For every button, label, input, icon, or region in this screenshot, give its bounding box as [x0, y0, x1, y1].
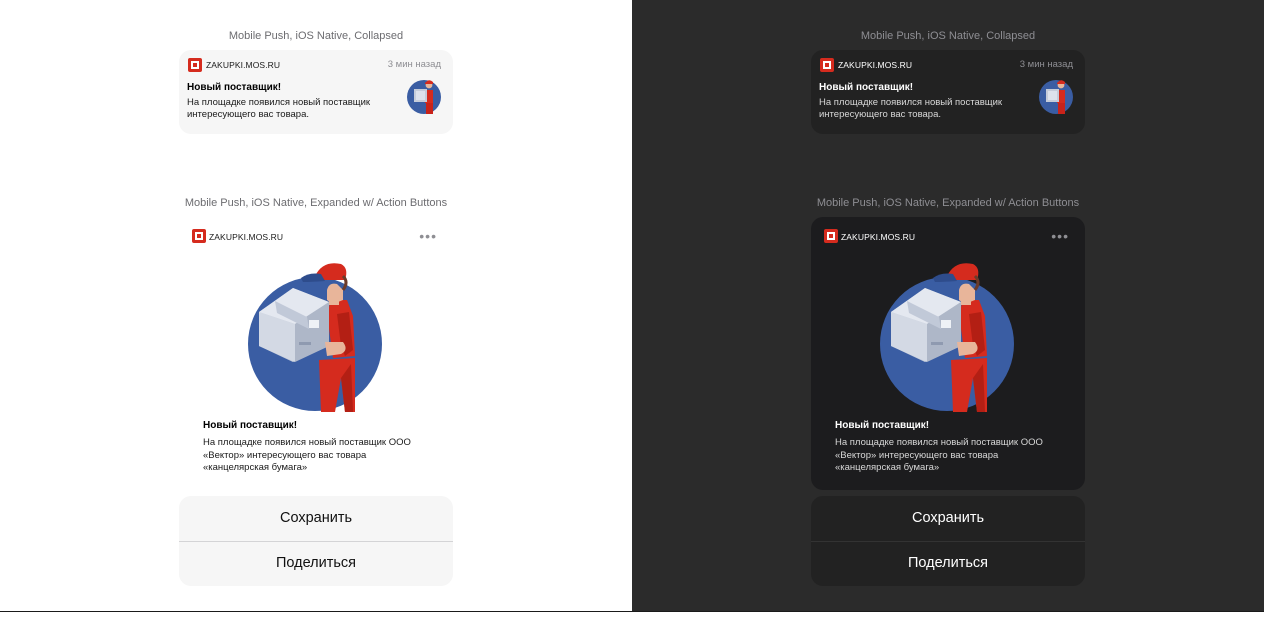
action-buttons: Сохранить Поделиться: [811, 496, 1085, 586]
zakupki-logo-icon: [188, 58, 202, 72]
share-button[interactable]: Поделиться: [179, 541, 453, 585]
notification-title: Новый поставщик!: [819, 82, 914, 93]
notification-title: Новый поставщик!: [835, 420, 930, 431]
notification-title: Новый поставщик!: [203, 420, 298, 431]
notification-title: Новый поставщик!: [187, 82, 282, 93]
expanded-notification[interactable]: ZAKUPKI.MOS.RU ••• Новый поставщик! На п…: [811, 217, 1085, 490]
light-theme-panel: Mobile Push, iOS Native, Collapsed ZAKUP…: [0, 0, 632, 612]
expanded-caption: Mobile Push, iOS Native, Expanded w/ Act…: [816, 197, 1080, 209]
collapsed-caption: Mobile Push, iOS Native, Collapsed: [860, 30, 1036, 42]
dark-theme-panel: Mobile Push, iOS Native, Collapsed ZAKUP…: [632, 0, 1264, 612]
save-button[interactable]: Сохранить: [179, 496, 453, 540]
notification-time: 3 мин назад: [387, 59, 441, 70]
collapsed-notification[interactable]: ZAKUPKI.MOS.RU 3 мин назад Новый поставщ…: [811, 50, 1085, 134]
app-name: ZAKUPKI.MOS.RU: [206, 60, 281, 70]
courier-illustration: [248, 263, 382, 412]
courier-thumbnail: [407, 80, 441, 114]
zakupki-logo-icon: [820, 58, 834, 72]
bottom-strip: [0, 611, 1264, 640]
notification-body: На площадке появился новый поставщик ООО…: [835, 437, 1043, 473]
more-options-icon[interactable]: •••: [419, 228, 437, 244]
notification-time: 3 мин назад: [1019, 59, 1073, 70]
save-button[interactable]: Сохранить: [811, 496, 1085, 540]
expanded-notification[interactable]: ZAKUPKI.MOS.RU ••• Новый поставщик! На п…: [179, 217, 453, 490]
app-name: ZAKUPKI.MOS.RU: [838, 60, 913, 70]
share-button[interactable]: Поделиться: [811, 541, 1085, 585]
collapsed-notification[interactable]: ZAKUPKI.MOS.RU 3 мин назад Новый поставщ…: [179, 50, 453, 134]
courier-thumbnail: [1039, 80, 1073, 114]
expanded-caption: Mobile Push, iOS Native, Expanded w/ Act…: [184, 197, 448, 209]
zakupki-logo-icon: [192, 229, 206, 243]
courier-illustration: [880, 263, 1014, 412]
app-name: ZAKUPKI.MOS.RU: [841, 232, 916, 242]
notification-body: На площадке появился новый поставщик инт…: [819, 97, 1003, 120]
more-options-icon[interactable]: •••: [1051, 228, 1069, 244]
action-buttons: Сохранить Поделиться: [179, 496, 453, 586]
zakupki-logo-icon: [824, 229, 838, 243]
collapsed-caption: Mobile Push, iOS Native, Collapsed: [228, 30, 404, 42]
notification-body: На площадке появился новый поставщик инт…: [187, 97, 371, 120]
notification-body: На площадке появился новый поставщик ООО…: [203, 437, 411, 473]
app-name: ZAKUPKI.MOS.RU: [209, 232, 284, 242]
